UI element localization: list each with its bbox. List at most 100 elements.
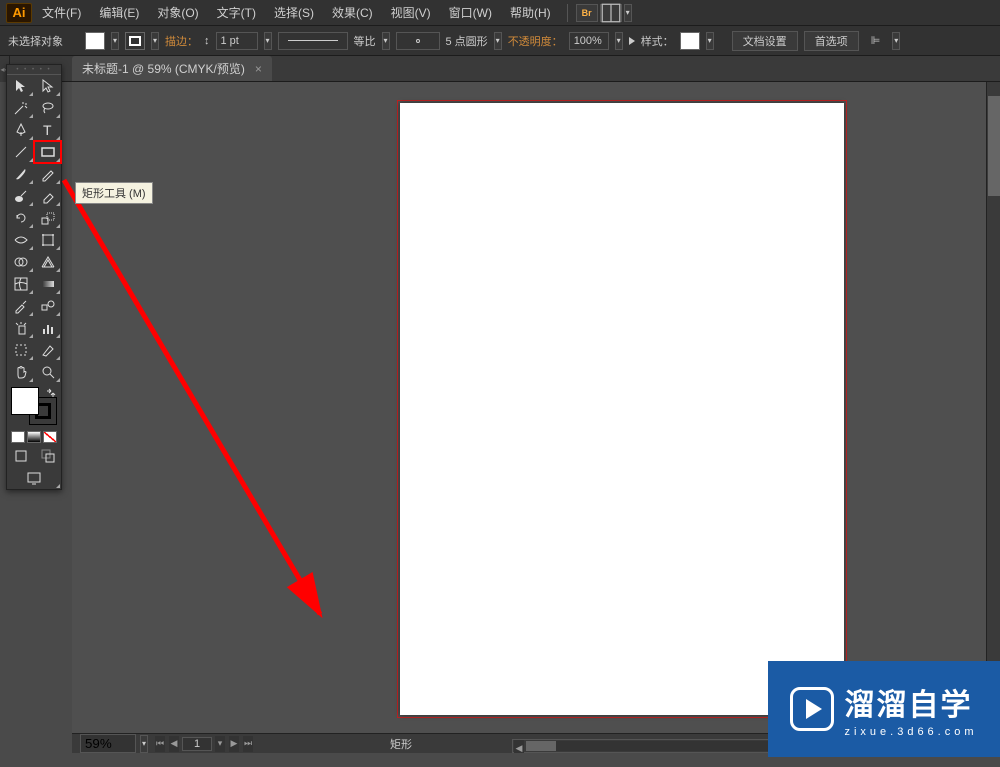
app-logo: Ai — [6, 3, 32, 23]
align-icon[interactable]: ⊫ — [865, 34, 887, 47]
control-bar: 未选择对象 描边： ↕ 等比 5 点圆形 不透明度： 样式： 文档设置 首选项 … — [0, 26, 1000, 56]
lasso-tool[interactable] — [34, 97, 61, 119]
workspace: ⏮ ◀ 1 ▾ ▶ ⏭ 矩形 ◀ ▶ — [72, 82, 1000, 753]
draw-normal-mode[interactable] — [7, 445, 34, 467]
perspective-grid-tool[interactable] — [34, 251, 61, 273]
stroke-label: 描边： — [165, 33, 198, 49]
fill-stroke-controls — [7, 383, 61, 429]
fill-color-box[interactable] — [11, 387, 39, 415]
opacity-dropdown[interactable] — [615, 32, 623, 50]
free-transform-tool[interactable] — [34, 229, 61, 251]
opacity-label: 不透明度： — [508, 33, 563, 49]
menu-select[interactable]: 选择(S) — [266, 1, 322, 24]
slice-tool[interactable] — [34, 339, 61, 361]
stroke-profile-dropdown[interactable] — [382, 32, 390, 50]
hand-tool[interactable] — [7, 361, 34, 383]
brush-def-label: 5 点圆形 — [446, 33, 488, 49]
vertical-scrollbar[interactable] — [986, 82, 1000, 733]
screen-mode-button[interactable] — [7, 467, 61, 489]
rectangle-tool-tooltip: 矩形工具 (M) — [75, 182, 153, 204]
menu-object[interactable]: 对象(O) — [149, 1, 206, 24]
shape-builder-tool[interactable] — [7, 251, 34, 273]
scale-tool[interactable] — [34, 207, 61, 229]
pen-tool[interactable] — [7, 119, 34, 141]
brush-def-dropdown[interactable] — [494, 32, 502, 50]
watermark: 溜溜自学 zixue.3d66.com — [768, 661, 1000, 757]
artboard-nav: ⏮ ◀ 1 ▾ ▶ ⏭ — [154, 736, 254, 752]
document-tab-bar: 未标题-1 @ 59% (CMYK/预览) × — [0, 56, 1000, 82]
pencil-tool[interactable] — [34, 163, 61, 185]
graphic-style-dropdown[interactable] — [706, 32, 714, 50]
document-tab[interactable]: 未标题-1 @ 59% (CMYK/预览) × — [72, 56, 272, 81]
bridge-icon[interactable]: Br — [576, 4, 598, 22]
tab-close-icon[interactable]: × — [255, 62, 262, 76]
type-tool[interactable]: T — [34, 119, 61, 141]
svg-text:T: T — [43, 122, 52, 138]
status-tool-label: 矩形 — [390, 736, 412, 752]
artboard[interactable] — [400, 103, 844, 715]
column-graph-tool[interactable] — [34, 317, 61, 339]
brush-definition[interactable] — [396, 32, 440, 50]
direct-selection-tool[interactable] — [34, 75, 61, 97]
watermark-subtitle: zixue.3d66.com — [844, 726, 977, 738]
stroke-weight-dropdown[interactable] — [264, 32, 272, 50]
document-tab-title: 未标题-1 @ 59% (CMYK/预览) — [82, 60, 245, 77]
last-artboard-button[interactable]: ⏭ — [243, 736, 253, 752]
blend-tool[interactable] — [34, 295, 61, 317]
stroke-swatch[interactable] — [125, 32, 145, 50]
toolbox: T — [6, 64, 62, 490]
menu-type[interactable]: 文字(T) — [209, 1, 264, 24]
menu-window[interactable]: 窗口(W) — [441, 1, 500, 24]
menu-view[interactable]: 视图(V) — [383, 1, 439, 24]
toolbox-grip[interactable] — [7, 65, 61, 75]
menu-file[interactable]: 文件(F) — [34, 1, 89, 24]
stroke-profile[interactable] — [278, 32, 348, 50]
fill-swatch[interactable] — [85, 32, 105, 50]
line-segment-tool[interactable] — [7, 141, 34, 163]
eyedropper-tool[interactable] — [7, 295, 34, 317]
color-mode-button[interactable] — [11, 431, 25, 443]
uniform-label: 等比 — [354, 33, 376, 49]
arrange-docs-icon[interactable] — [600, 4, 622, 22]
artboard-number[interactable]: 1 — [182, 737, 212, 751]
next-artboard-button[interactable]: ▶ — [229, 736, 239, 752]
paintbrush-tool[interactable] — [7, 163, 34, 185]
menu-edit[interactable]: 编辑(E) — [91, 1, 147, 24]
draw-behind-mode[interactable] — [34, 445, 61, 467]
mesh-tool[interactable] — [7, 273, 34, 295]
fill-swatch-dropdown[interactable] — [111, 32, 119, 50]
zoom-tool[interactable] — [34, 361, 61, 383]
preferences-button[interactable]: 首选项 — [804, 31, 859, 51]
canvas-area[interactable] — [72, 82, 986, 733]
artboard-nav-dropdown[interactable]: ▾ — [215, 736, 225, 752]
magic-wand-tool[interactable] — [7, 97, 34, 119]
menu-help[interactable]: 帮助(H) — [502, 1, 559, 24]
stroke-weight-input[interactable] — [216, 32, 258, 50]
selection-tool[interactable] — [7, 75, 34, 97]
eraser-tool[interactable] — [34, 185, 61, 207]
artboard-tool[interactable] — [7, 339, 34, 361]
zoom-dropdown[interactable] — [140, 735, 148, 753]
stroke-swatch-dropdown[interactable] — [151, 32, 159, 50]
opacity-input[interactable] — [569, 32, 609, 50]
rectangle-tool[interactable] — [34, 141, 61, 163]
document-setup-button[interactable]: 文档设置 — [732, 31, 798, 51]
gradient-mode-button[interactable] — [27, 431, 41, 443]
play-icon — [790, 687, 834, 731]
swap-fill-stroke-icon[interactable] — [45, 387, 57, 399]
graphic-style-swatch[interactable] — [680, 32, 700, 50]
align-dropdown[interactable] — [892, 32, 900, 50]
arrange-docs-dropdown[interactable] — [624, 4, 632, 22]
menu-effect[interactable]: 效果(C) — [324, 1, 381, 24]
gradient-tool[interactable] — [34, 273, 61, 295]
no-selection-label: 未选择对象 — [8, 33, 63, 49]
zoom-input[interactable] — [80, 734, 136, 753]
none-mode-button[interactable] — [43, 431, 57, 443]
watermark-title: 溜溜自学 — [844, 680, 972, 724]
blob-brush-tool[interactable] — [7, 185, 34, 207]
prev-artboard-button[interactable]: ◀ — [169, 736, 179, 752]
width-tool[interactable] — [7, 229, 34, 251]
first-artboard-button[interactable]: ⏮ — [155, 736, 165, 752]
rotate-tool[interactable] — [7, 207, 34, 229]
symbol-sprayer-tool[interactable] — [7, 317, 34, 339]
